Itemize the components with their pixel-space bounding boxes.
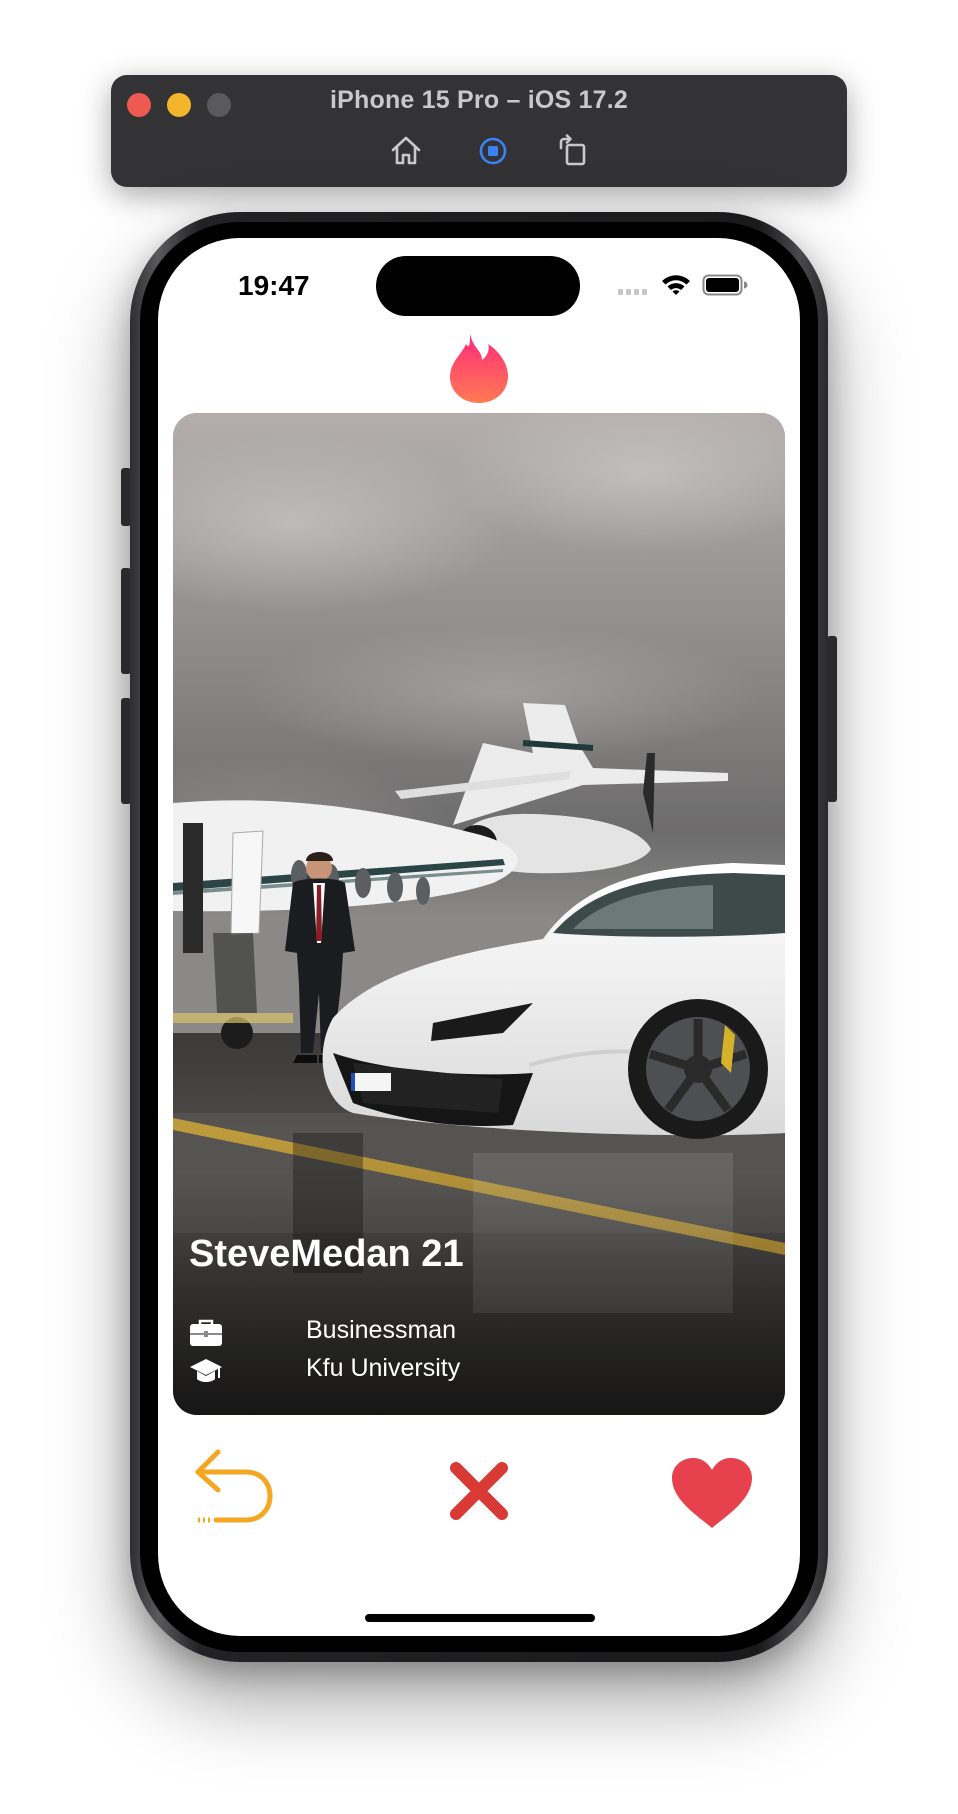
battery-icon xyxy=(702,274,748,301)
rotate-icon[interactable] xyxy=(556,134,590,168)
power-button[interactable] xyxy=(827,636,837,802)
heart-icon xyxy=(672,1458,752,1528)
simulator-desktop: iPhone 15 Pro – iOS 17.2 19:47 SteveMeda… xyxy=(0,0,958,1814)
dynamic-island xyxy=(376,256,580,316)
close-icon xyxy=(450,1462,508,1520)
school-text: Kfu University xyxy=(306,1354,461,1382)
screenshot-icon[interactable] xyxy=(476,134,510,168)
briefcase-icon xyxy=(189,1318,223,1348)
profile-card[interactable]: SteveMedan 21 Businessman Kfu University xyxy=(173,413,785,1415)
profile-name-age: SteveMedan 21 xyxy=(189,1233,464,1275)
simulator-title: iPhone 15 Pro – iOS 17.2 xyxy=(330,86,628,114)
like-button[interactable] xyxy=(670,1456,754,1535)
nope-button[interactable] xyxy=(448,1460,510,1527)
status-time: 19:47 xyxy=(238,270,310,301)
phone-screen: 19:47 SteveMedan 21 Businessman Kfu Univ… xyxy=(158,238,800,1636)
wifi-icon xyxy=(660,272,692,301)
home-indicator[interactable] xyxy=(365,1614,595,1622)
graduation-cap-icon xyxy=(189,1356,223,1386)
undo-icon xyxy=(195,1449,273,1523)
flame-icon xyxy=(448,332,510,404)
job-text: Businessman xyxy=(306,1316,457,1344)
undo-button[interactable] xyxy=(192,1446,276,1531)
signal-icon xyxy=(618,284,652,302)
home-icon[interactable] xyxy=(389,134,423,168)
